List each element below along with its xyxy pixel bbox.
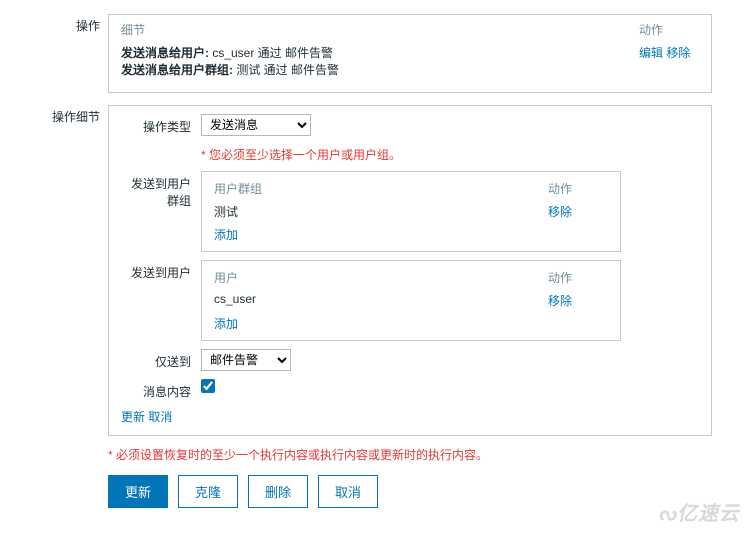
inner-update-link[interactable]: 更新 bbox=[121, 410, 145, 424]
group-add-link[interactable]: 添加 bbox=[214, 228, 238, 242]
user-header: 用户 bbox=[214, 269, 548, 286]
clone-button[interactable]: 克隆 bbox=[178, 475, 238, 508]
delete-button[interactable]: 删除 bbox=[248, 475, 308, 508]
operations-label: 操作 bbox=[8, 14, 108, 34]
operations-box: 细节 动作 发送消息给用户: cs_user 通过 邮件告警 发送消息给用户群组… bbox=[108, 14, 712, 93]
details-box: 操作类型 发送消息 * 您必须至少选择一个用户或用户组。 发送到用户群组 bbox=[108, 105, 712, 436]
cancel-button[interactable]: 取消 bbox=[318, 475, 378, 508]
ops-header-action: 动作 bbox=[639, 21, 699, 38]
user-action-header: 动作 bbox=[548, 269, 608, 286]
msg-content-checkbox[interactable] bbox=[201, 379, 215, 393]
user-item: cs_user bbox=[214, 292, 548, 309]
group-header: 用户群组 bbox=[214, 180, 548, 197]
group-remove-link[interactable]: 移除 bbox=[548, 205, 572, 219]
user-box: 用户 动作 cs_user 移除 添加 bbox=[201, 260, 621, 341]
inner-cancel-link[interactable]: 取消 bbox=[148, 410, 172, 424]
send-user-label: 发送到用户 bbox=[121, 260, 201, 281]
op-row-text: cs_user 通过 邮件告警 bbox=[209, 46, 333, 60]
msg-content-label: 消息内容 bbox=[121, 379, 201, 400]
op-row-prefix: 发送消息给用户群组: bbox=[121, 63, 233, 77]
op-row-prefix: 发送消息给用户: bbox=[121, 46, 209, 60]
send-group-label: 发送到用户群组 bbox=[121, 171, 201, 209]
op-type-label: 操作类型 bbox=[121, 114, 201, 135]
update-button[interactable]: 更新 bbox=[108, 475, 168, 508]
footer-asterisk: * bbox=[108, 448, 116, 462]
op-row-text: 测试 通过 邮件告警 bbox=[233, 63, 339, 77]
edit-link[interactable]: 编辑 bbox=[639, 46, 663, 60]
op-type-select[interactable]: 发送消息 bbox=[201, 114, 311, 136]
group-action-header: 动作 bbox=[548, 180, 608, 197]
remove-link[interactable]: 移除 bbox=[666, 46, 690, 60]
only-send-label: 仅送到 bbox=[121, 349, 201, 370]
ops-header-detail: 细节 bbox=[121, 21, 639, 38]
watermark: ᔓ亿速云 bbox=[658, 497, 740, 526]
footer-hint: 必须设置恢复时的至少一个执行内容或执行内容或更新时的执行内容。 bbox=[116, 448, 488, 462]
user-add-link[interactable]: 添加 bbox=[214, 317, 238, 331]
group-box: 用户群组 动作 测试 移除 添加 bbox=[201, 171, 621, 252]
only-send-select[interactable]: 邮件告警 bbox=[201, 349, 291, 371]
required-hint: 您必须至少选择一个用户或用户组。 bbox=[209, 148, 401, 162]
required-asterisk: * bbox=[201, 148, 209, 162]
group-item: 测试 bbox=[214, 203, 548, 220]
details-label: 操作细节 bbox=[8, 105, 108, 125]
user-remove-link[interactable]: 移除 bbox=[548, 294, 572, 308]
